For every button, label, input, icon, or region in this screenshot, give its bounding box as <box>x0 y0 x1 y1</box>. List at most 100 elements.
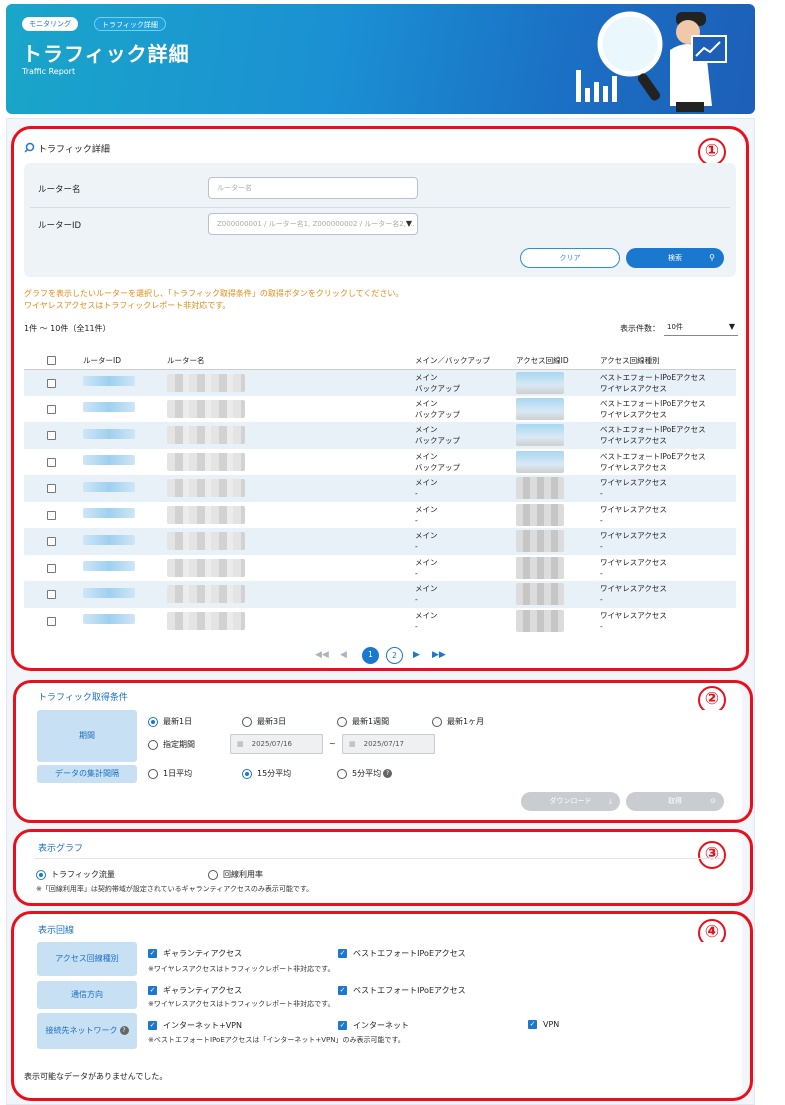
period-1day-option[interactable]: 最新1日 <box>148 716 192 727</box>
col-router-id[interactable]: ルーターID <box>79 343 163 370</box>
callout-number-1: ① <box>698 138 726 166</box>
router-name-cell <box>167 505 245 524</box>
breadcrumb-traffic-detail: トラフィック詳細 <box>94 17 166 31</box>
access-type-label: アクセス回線種別 <box>37 942 137 976</box>
router-id-cell[interactable] <box>83 508 135 519</box>
conditions-title: トラフィック取得条件 <box>38 693 128 703</box>
router-id-cell[interactable] <box>83 614 135 625</box>
graph-utilization-option[interactable]: 回線利用率 <box>208 869 263 880</box>
date-from-input[interactable]: ▦ 2025/07/16 <box>230 734 323 754</box>
search-button[interactable]: 検索 ⚲ <box>626 248 724 268</box>
breadcrumb-monitoring[interactable]: モニタリング <box>22 17 78 31</box>
row-checkbox[interactable] <box>47 616 56 626</box>
table-row[interactable]: メイン - ワイヤレスアクセス - <box>24 502 736 529</box>
period-1week-option[interactable]: 最新1週間 <box>337 716 389 727</box>
router-name-cell <box>167 479 245 498</box>
radio-selected-icon <box>36 869 46 880</box>
direction-besteffort-option[interactable]: ✓ ベストエフォートIPoEアクセス <box>338 985 466 996</box>
table-row[interactable]: メイン - ワイヤレスアクセス - <box>24 528 736 555</box>
row-checkbox[interactable] <box>47 431 56 441</box>
access-guaranteed-option[interactable]: ✓ ギャランティアクセス <box>148 948 242 959</box>
col-access-line-type[interactable]: アクセス回線種別 <box>596 343 736 370</box>
last-page-icon[interactable]: ▶▶ <box>432 650 446 660</box>
col-router-name[interactable]: ルーター名 <box>163 343 411 370</box>
checkbox-checked-icon: ✓ <box>338 1021 347 1030</box>
network-internet-vpn-option[interactable]: ✓ インターネット+VPN <box>148 1020 242 1031</box>
period-custom-option[interactable]: 指定期間 <box>148 739 195 750</box>
main-backup-cell: メイン バックアップ <box>411 422 512 449</box>
checkbox-checked-icon: ✓ <box>528 1020 537 1029</box>
help-icon[interactable]: ? <box>383 769 393 778</box>
search-button-label: 検索 <box>668 254 682 262</box>
access-line-id-cell <box>516 424 564 447</box>
period-3day-option[interactable]: 最新3日 <box>242 716 286 727</box>
radio-icon <box>148 768 158 779</box>
network-vpn-option[interactable]: ✓ VPN <box>528 1020 559 1029</box>
main-backup-cell: メイン - <box>411 528 512 555</box>
fetch-button[interactable]: 取得 ⊙ <box>626 792 724 811</box>
row-checkbox[interactable] <box>47 378 56 388</box>
col-main-backup[interactable]: メイン／バックアップ <box>411 343 512 370</box>
col-access-line-id[interactable]: アクセス回線ID <box>512 343 596 370</box>
clear-button[interactable]: クリア <box>520 248 620 268</box>
table-row[interactable]: メイン バックアップ ベストエフォートIPoEアクセス ワイヤレスアクセス <box>24 369 736 396</box>
page-size-value: 10件 <box>667 323 683 331</box>
row-checkbox[interactable] <box>47 404 56 414</box>
row-checkbox[interactable] <box>47 590 56 600</box>
router-name-input[interactable]: ルーター名 <box>208 177 418 199</box>
access-line-type-cell: ベストエフォートIPoEアクセス ワイヤレスアクセス <box>596 422 736 449</box>
router-id-cell[interactable] <box>83 534 135 545</box>
table-row[interactable]: メイン バックアップ ベストエフォートIPoEアクセス ワイヤレスアクセス <box>24 449 736 476</box>
router-id-cell[interactable] <box>83 402 135 413</box>
router-id-cell[interactable] <box>83 481 135 492</box>
router-id-label: ルーターID <box>38 221 82 231</box>
help-icon[interactable]: ? <box>119 1026 129 1035</box>
direction-guaranteed-option[interactable]: ✓ ギャランティアクセス <box>148 985 242 996</box>
network-internet-option[interactable]: ✓ インターネット <box>338 1020 409 1031</box>
access-note: ※ワイヤレスアクセスはトラフィックレポート非対応です。 <box>148 965 335 973</box>
interval-15min-option[interactable]: 15分平均 <box>242 768 291 779</box>
router-id-cell[interactable] <box>83 587 135 598</box>
next-page-icon[interactable]: ▶ <box>413 650 420 660</box>
row-checkbox[interactable] <box>47 563 56 573</box>
table-row[interactable]: メイン - ワイヤレスアクセス - <box>24 475 736 502</box>
table-row[interactable]: メイン バックアップ ベストエフォートIPoEアクセス ワイヤレスアクセス <box>24 422 736 449</box>
router-id-cell[interactable] <box>83 455 135 466</box>
row-checkbox[interactable] <box>47 510 56 520</box>
page-header-banner: モニタリング トラフィック詳細 トラフィック詳細 Traffic Report <box>6 4 755 114</box>
table-row[interactable]: メイン - ワイヤレスアクセス - <box>24 581 736 608</box>
select-all-checkbox[interactable] <box>47 356 56 365</box>
page-size-select[interactable]: 10件 ▼ <box>664 320 738 336</box>
router-id-cell[interactable] <box>83 428 135 439</box>
first-page-icon[interactable]: ◀◀ <box>315 650 329 660</box>
row-checkbox[interactable] <box>47 484 56 494</box>
date-separator: ~ <box>329 739 336 748</box>
router-name-cell <box>167 585 245 604</box>
row-checkbox[interactable] <box>47 537 56 547</box>
access-line-type-cell: ベストエフォートIPoEアクセス ワイヤレスアクセス <box>600 451 706 472</box>
access-line-id-cell <box>516 397 564 420</box>
checkbox-checked-icon: ✓ <box>338 949 347 958</box>
page-1-button[interactable]: 1 <box>362 647 379 664</box>
interval-5min-option[interactable]: 5分平均? <box>337 768 393 779</box>
interval-1day-option[interactable]: 1日平均 <box>148 768 192 779</box>
network-label: 接続先ネットワーク? <box>37 1013 137 1049</box>
download-button[interactable]: ダウンロード ⤓ <box>521 792 620 811</box>
period-1month-option[interactable]: 最新1ヶ月 <box>432 716 484 727</box>
page-2-button[interactable]: 2 <box>386 647 403 664</box>
table-row[interactable]: メイン バックアップ ベストエフォートIPoEアクセス ワイヤレスアクセス <box>24 396 736 423</box>
table-row[interactable]: メイン - ワイヤレスアクセス - <box>24 608 736 635</box>
date-to-input[interactable]: ▦ 2025/07/17 <box>342 734 435 754</box>
main-backup-cell: メイン バックアップ <box>415 398 460 419</box>
access-line-id-cell <box>516 583 564 606</box>
table-row[interactable]: メイン - ワイヤレスアクセス - <box>24 555 736 582</box>
period-label: 期間 <box>37 710 137 762</box>
dropdown-arrow-icon: ▼ <box>405 219 412 228</box>
access-besteffort-option[interactable]: ✓ ベストエフォートIPoEアクセス <box>338 948 466 959</box>
router-id-cell[interactable] <box>83 376 135 386</box>
prev-page-icon[interactable]: ◀ <box>340 650 347 660</box>
graph-traffic-option[interactable]: トラフィック流量 <box>36 869 115 880</box>
router-id-select[interactable]: Z000000001 / ルーター名1, Z000000002 / ルーター名2… <box>208 213 418 235</box>
row-checkbox[interactable] <box>47 457 56 467</box>
router-id-cell[interactable] <box>83 561 135 572</box>
